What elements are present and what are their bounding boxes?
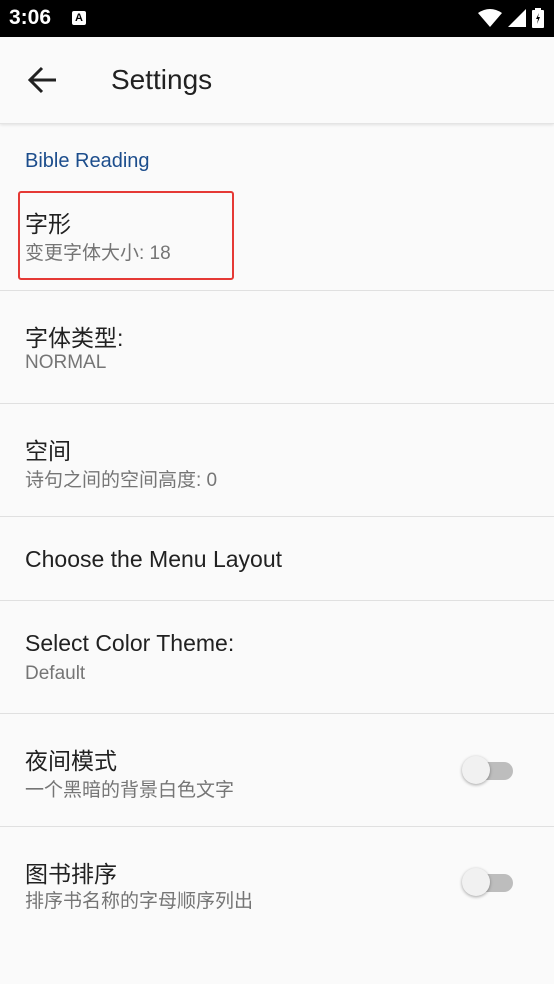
status-icons — [478, 8, 544, 28]
pref-night-mode-title: 夜间模式 — [25, 748, 117, 774]
pref-color-theme-summary: Default — [25, 663, 86, 684]
night-mode-switch[interactable] — [462, 755, 514, 785]
pref-color-theme[interactable]: Select Color Theme: Default — [0, 601, 554, 714]
highlight-box — [18, 191, 234, 280]
switch-thumb — [462, 868, 490, 896]
arrow-back-icon — [27, 66, 56, 94]
pref-night-mode-summary: 一个黑暗的背景白色文字 — [25, 780, 235, 801]
page-title: Settings — [111, 64, 213, 95]
pref-night-mode[interactable]: 夜间模式 一个黑暗的背景白色文字 — [0, 714, 554, 827]
pref-font-type-summary: NORMAL — [25, 352, 107, 373]
signal-icon — [508, 9, 526, 27]
battery-icon — [532, 8, 544, 28]
book-sort-switch[interactable] — [462, 867, 514, 897]
pref-menu-layout[interactable]: Choose the Menu Layout — [0, 517, 554, 601]
back-button[interactable] — [26, 65, 60, 95]
pref-spacing-summary: 诗句之间的空间高度: 0 — [25, 470, 218, 491]
app-bar: Settings — [0, 37, 554, 124]
notification-icon: A — [72, 11, 86, 25]
pref-spacing[interactable]: 空间 诗句之间的空间高度: 0 — [0, 404, 554, 517]
pref-color-theme-title: Select Color Theme: — [25, 630, 235, 656]
pref-font-type[interactable]: 字体类型: NORMAL — [0, 291, 554, 404]
pref-font-type-title: 字体类型: — [25, 325, 124, 351]
status-bar: 3:06 A — [0, 0, 554, 37]
pref-book-sort-title: 图书排序 — [25, 861, 117, 887]
pref-book-sort-summary: 排序书名称的字母顺序列出 — [25, 891, 254, 912]
pref-book-sort[interactable]: 图书排序 排序书名称的字母顺序列出 — [0, 827, 554, 939]
category-bible-reading: Bible Reading — [25, 150, 150, 172]
pref-menu-layout-title: Choose the Menu Layout — [25, 546, 283, 572]
wifi-icon — [478, 9, 502, 27]
status-time: 3:06 — [9, 6, 52, 29]
pref-spacing-title: 空间 — [25, 438, 71, 464]
switch-thumb — [462, 756, 490, 784]
